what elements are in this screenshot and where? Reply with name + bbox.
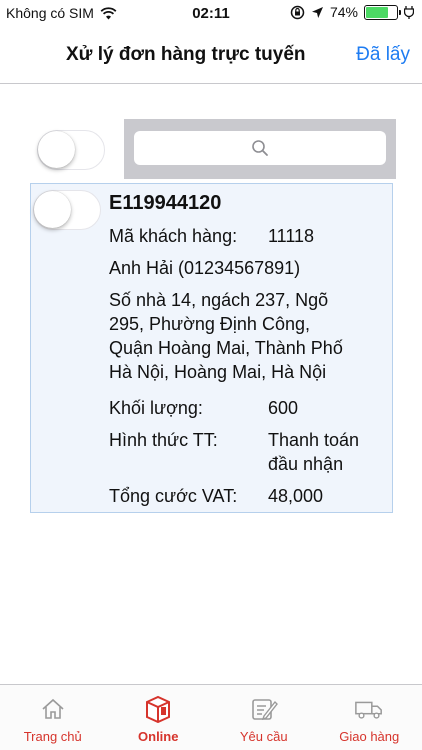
- nav-bar: Xử lý đơn hàng trực tuyến Đã lấy: [0, 28, 422, 84]
- address: Số nhà 14, ngách 237, Ngõ 295, Phường Đị…: [109, 288, 389, 384]
- charging-plug-icon: [404, 5, 414, 19]
- battery-icon: [364, 4, 401, 20]
- battery-percent: 74%: [329, 4, 358, 20]
- search-icon: [252, 140, 268, 156]
- search-input[interactable]: [134, 131, 386, 165]
- tab-label: Online: [138, 729, 179, 744]
- toggle-knob: [34, 191, 71, 228]
- tab-bar: Trang chủ Online Yêu cầu Giao hàng: [0, 684, 422, 750]
- status-right: 74%: [290, 4, 414, 20]
- payment-row: Hình thức TT: Thanh toán đầu nhận: [109, 428, 389, 476]
- tab-request[interactable]: Yêu cầu: [211, 685, 317, 750]
- total-value: 48,000: [268, 486, 324, 506]
- recipient: Anh Hải (01234567891): [109, 258, 301, 278]
- payment-line: đầu nhận: [268, 454, 344, 474]
- address-line: Số nhà 14, ngách 237, Ngõ: [109, 290, 329, 310]
- page-title: Xử lý đơn hàng trực tuyến: [66, 44, 306, 65]
- select-all-toggle[interactable]: [37, 130, 105, 170]
- request-icon: [249, 695, 279, 723]
- total-label: Tổng cước VAT:: [109, 486, 238, 506]
- address-line: 295, Phường Định Công,: [109, 314, 310, 334]
- order-select-toggle[interactable]: [33, 190, 101, 230]
- status-bar: Không có SIM 02:11 74%: [0, 0, 422, 28]
- address-line: Quận Hoàng Mai, Thành Phố: [109, 338, 343, 358]
- payment-label: Hình thức TT:: [109, 430, 218, 450]
- payment-line: Thanh toán: [268, 430, 360, 450]
- order-code: E119944120: [109, 192, 222, 214]
- search-bar: [124, 119, 396, 179]
- online-box-icon: [143, 695, 173, 723]
- home-icon: [38, 695, 68, 723]
- weight-row: Khối lượng: 600: [109, 396, 389, 420]
- location-arrow-icon: [311, 6, 323, 18]
- rotation-lock-icon: [290, 5, 305, 19]
- tab-delivery[interactable]: Giao hàng: [317, 685, 422, 750]
- customer-id: 11118: [268, 226, 315, 246]
- total-row: Tổng cước VAT: 48,000: [109, 484, 389, 508]
- payment-value: Thanh toán đầu nhận: [268, 428, 359, 476]
- order-card[interactable]: E119944120 Mã khách hàng: 11118 Anh Hải …: [30, 183, 393, 513]
- weight-value: 600: [268, 398, 299, 418]
- tab-label: Yêu cầu: [239, 729, 288, 744]
- customer-row: Mã khách hàng: 11118: [109, 224, 389, 248]
- address-line: Hà Nội, Hoàng Mai, Hà Nội: [109, 362, 327, 382]
- tab-online[interactable]: Online: [106, 685, 212, 750]
- battery-fill: [366, 6, 389, 18]
- picked-up-button[interactable]: Đã lấy: [356, 44, 410, 66]
- tab-label: Giao hàng: [339, 729, 400, 744]
- delivery-truck-icon: [354, 695, 384, 723]
- weight-label: Khối lượng:: [109, 398, 203, 418]
- tab-home[interactable]: Trang chủ: [0, 685, 106, 750]
- customer-label: Mã khách hàng:: [109, 226, 238, 246]
- tab-label: Trang chủ: [23, 729, 82, 744]
- toggle-knob: [38, 131, 75, 168]
